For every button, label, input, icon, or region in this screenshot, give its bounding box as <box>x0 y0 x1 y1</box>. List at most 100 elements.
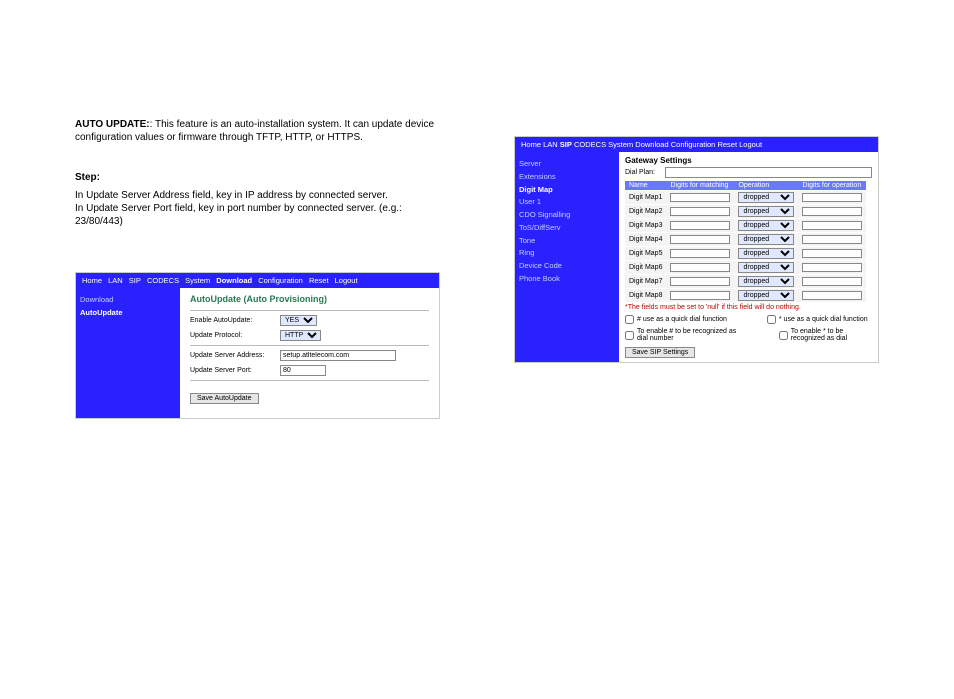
nav-logout[interactable]: Logout <box>335 276 358 285</box>
check-star-quick[interactable]: * use as a quick dial function <box>767 315 868 324</box>
nav-codecs[interactable]: CODECS <box>147 276 179 285</box>
save-sip-button[interactable]: Save SIP Settings <box>625 347 695 358</box>
table-row: Digit Map6 dropped <box>625 261 866 275</box>
update-protocol-select[interactable]: HTTP <box>280 330 321 341</box>
digitmap-digits-input[interactable] <box>802 235 862 244</box>
autoupdate-title: AutoUpdate (Auto Provisioning) <box>190 294 429 304</box>
digitmap-name: Digit Map3 <box>625 219 666 233</box>
sidebar-item-extensions[interactable]: Extensions <box>519 171 619 184</box>
enable-autoupdate-label: Enable AutoUpdate: <box>190 317 280 324</box>
table-row: Digit Map5 dropped <box>625 247 866 261</box>
nav2-codecs[interactable]: CODECS <box>574 140 606 149</box>
digitmap-op-select[interactable]: dropped <box>738 234 794 245</box>
digitmap-name: Digit Map7 <box>625 275 666 289</box>
nav2-system[interactable]: System <box>608 140 633 149</box>
nav-home[interactable]: Home <box>82 276 102 285</box>
check-hash-quick[interactable]: # use as a quick dial function <box>625 315 727 324</box>
digitmap-digits-input[interactable] <box>802 277 862 286</box>
digitmap-match-input[interactable] <box>670 221 730 230</box>
nav-reset[interactable]: Reset <box>309 276 329 285</box>
digitmap-name: Digit Map6 <box>625 261 666 275</box>
nav-config[interactable]: Configuration <box>258 276 303 285</box>
col-digits: Digits for operation <box>798 181 866 191</box>
nav-download[interactable]: Download <box>216 276 252 285</box>
digitmap-panel: Home LAN SIP CODECS System Download Conf… <box>514 136 879 363</box>
table-row: Digit Map7 dropped <box>625 275 866 289</box>
digitmap-digits-input[interactable] <box>802 207 862 216</box>
digitmap-digits-input[interactable] <box>802 221 862 230</box>
sidebar-item-autoupdate[interactable]: AutoUpdate <box>80 307 180 320</box>
digitmap-match-input[interactable] <box>670 235 730 244</box>
digitmap-note: *The fields must be set to 'null' if thi… <box>625 302 872 313</box>
nav2-config[interactable]: Configuration <box>671 140 716 149</box>
sidebar-item-tos[interactable]: ToS/DiffServ <box>519 222 619 235</box>
col-match: Digits for matching <box>666 181 734 191</box>
enable-autoupdate-select[interactable]: YES <box>280 315 317 326</box>
gateway-settings-title: Gateway Settings <box>625 156 872 167</box>
table-row: Digit Map3 dropped <box>625 219 866 233</box>
sidebar-item-phonebook[interactable]: Phone Book <box>519 273 619 286</box>
sidebar-item-devicecode[interactable]: Device Code <box>519 260 619 273</box>
nav-sip[interactable]: SIP <box>129 276 141 285</box>
table-row: Digit Map2 dropped <box>625 205 866 219</box>
digitmap-op-select[interactable]: dropped <box>738 276 794 287</box>
digitmap-op-select[interactable]: dropped <box>738 192 794 203</box>
digitmap-op-select[interactable]: dropped <box>738 220 794 231</box>
save-autoupdate-button[interactable]: Save AutoUpdate <box>190 393 259 404</box>
digitmap-match-input[interactable] <box>670 207 730 216</box>
col-name: Name <box>625 181 666 191</box>
sidebar-item-cdo[interactable]: CDO Signalling <box>519 209 619 222</box>
digitmap-digits-input[interactable] <box>802 291 862 300</box>
digitmap-name: Digit Map4 <box>625 233 666 247</box>
nav2-lan[interactable]: LAN <box>543 140 558 149</box>
step-desc-1: In Update Server Address field, key in I… <box>75 189 440 202</box>
digitmap-match-input[interactable] <box>670 263 730 272</box>
digitmap-match-input[interactable] <box>670 193 730 202</box>
table-row: Digit Map4 dropped <box>625 233 866 247</box>
feature-label: AUTO UPDATE: <box>75 119 150 130</box>
dial-plan-label: Dial Plan: <box>625 169 665 176</box>
step-desc-2: In Update Server Port field, key in port… <box>75 202 440 228</box>
step-heading: Step: <box>75 172 440 183</box>
digitmap-digits-input[interactable] <box>802 249 862 258</box>
digitmap-name: Digit Map5 <box>625 247 666 261</box>
sidebar-item-ring[interactable]: Ring <box>519 247 619 260</box>
nav2-logout[interactable]: Logout <box>739 140 762 149</box>
check-hash-dial[interactable]: To enable # to be recognized as dial num… <box>625 328 739 342</box>
sidebar-item-user1[interactable]: User 1 <box>519 196 619 209</box>
update-protocol-label: Update Protocol: <box>190 332 280 339</box>
sidebar-item-download[interactable]: Download <box>80 294 180 307</box>
col-operation: Operation <box>734 181 798 191</box>
digitmap-op-select[interactable]: dropped <box>738 262 794 273</box>
digitmap-name: Digit Map8 <box>625 289 666 303</box>
dial-plan-input[interactable] <box>665 167 872 178</box>
panel2-sidebar: Server Extensions Digit Map User 1 CDO S… <box>515 152 619 362</box>
nav-system[interactable]: System <box>185 276 210 285</box>
feature-text: AUTO UPDATE:: This feature is an auto-in… <box>75 118 440 144</box>
server-address-input[interactable] <box>280 350 396 361</box>
digitmap-match-input[interactable] <box>670 277 730 286</box>
server-port-input[interactable] <box>280 365 326 376</box>
digitmap-digits-input[interactable] <box>802 193 862 202</box>
table-row: Digit Map1dropped <box>625 191 866 205</box>
sidebar-item-server[interactable]: Server <box>519 158 619 171</box>
nav2-home[interactable]: Home <box>521 140 541 149</box>
digitmap-op-select[interactable]: dropped <box>738 290 794 301</box>
nav2-reset[interactable]: Reset <box>717 140 737 149</box>
nav-lan[interactable]: LAN <box>108 276 123 285</box>
digitmap-match-input[interactable] <box>670 249 730 258</box>
server-port-label: Update Server Port: <box>190 367 280 374</box>
sidebar-item-digitmap[interactable]: Digit Map <box>519 184 619 197</box>
check-star-dial[interactable]: To enable * to be recognized as dial <box>779 328 872 342</box>
digitmap-table: Name Digits for matching Operation Digit… <box>625 181 866 302</box>
nav2-sip[interactable]: SIP <box>560 140 572 149</box>
digitmap-op-select[interactable]: dropped <box>738 248 794 259</box>
nav2-download[interactable]: Download <box>635 140 668 149</box>
sidebar-item-tone[interactable]: Tone <box>519 235 619 248</box>
panel1-sidebar: Download AutoUpdate <box>76 288 180 418</box>
table-row: Digit Map8 dropped <box>625 289 866 303</box>
digitmap-match-input[interactable] <box>670 291 730 300</box>
digitmap-name: Digit Map2 <box>625 205 666 219</box>
digitmap-op-select[interactable]: dropped <box>738 206 794 217</box>
digitmap-digits-input[interactable] <box>802 263 862 272</box>
